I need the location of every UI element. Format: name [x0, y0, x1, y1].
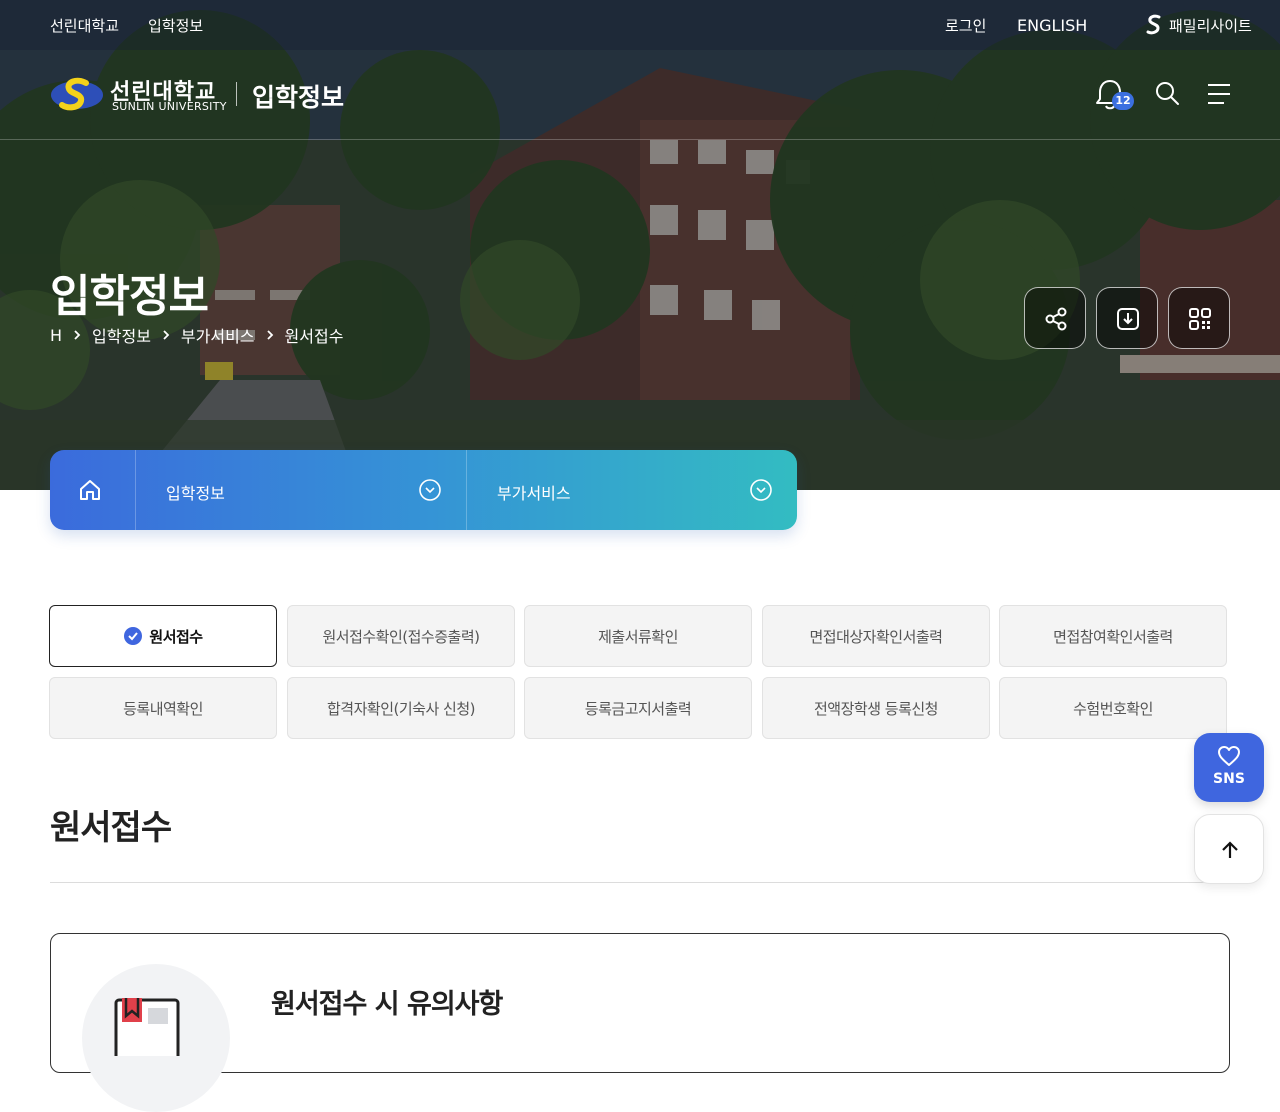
logo-english-text: SUNLIN UNIVERSITY: [112, 100, 227, 113]
breadcrumb-home[interactable]: H: [50, 326, 62, 345]
chevron-down-icon: [419, 479, 441, 501]
utility-bar: 선린대학교 입학정보 로그인 ENGLISH 패밀리사이트: [0, 0, 1280, 50]
english-link[interactable]: ENGLISH: [1017, 16, 1087, 35]
content-title: 원서접수: [50, 808, 172, 848]
qr-code-button[interactable]: [1168, 287, 1230, 349]
chevron-down-icon: [750, 479, 772, 501]
tab-exam-number[interactable]: 수험번호확인: [999, 677, 1227, 739]
heart-icon: [1218, 746, 1240, 766]
university-logo-icon[interactable]: [50, 77, 104, 113]
family-site-label: 패밀리사이트: [1169, 16, 1252, 35]
tab-documents-check[interactable]: 제출서류확인: [524, 605, 752, 667]
share-icon: [1045, 307, 1067, 331]
download-icon: [1117, 308, 1139, 330]
admission-link[interactable]: 입학정보: [148, 15, 203, 36]
search-icon[interactable]: [1150, 76, 1186, 112]
notice-title: 원서접수 시 유의사항: [271, 989, 503, 1020]
breadcrumb-item[interactable]: 입학정보: [92, 323, 151, 347]
menu-icon[interactable]: [1202, 76, 1238, 112]
document-bookmark-icon: [114, 998, 180, 1056]
tab-interview-attendance[interactable]: 면접참여확인서출력: [999, 605, 1227, 667]
arrow-up-icon: [1222, 841, 1238, 858]
breadcrumb-item[interactable]: 부가서비스: [181, 323, 255, 347]
dropdown-depth1-label: 입학정보: [166, 484, 225, 503]
chevron-right-icon: [266, 330, 273, 340]
notice-icon-circle: [82, 964, 230, 1112]
tab-application-confirm[interactable]: 원서접수확인(접수증출력): [287, 605, 515, 667]
tab-label: 원서접수: [149, 627, 203, 646]
main-header: 선린대학교 SUNLIN UNIVERSITY 입학정보: [0, 50, 1280, 140]
chevron-right-icon: [163, 330, 170, 340]
dropdown-depth1[interactable]: 입학정보: [136, 450, 467, 530]
tab-label: 원서접수확인(접수증출력): [322, 627, 480, 646]
home-button[interactable]: [50, 450, 136, 530]
check-circle-icon: [124, 627, 143, 645]
page-heading: 입학정보: [50, 271, 209, 322]
chevron-right-icon: [74, 330, 81, 340]
breadcrumb: H 입학정보 부가서비스 원서접수: [50, 323, 344, 347]
tab-admission-result[interactable]: 합격자확인(기숙사 신청): [287, 677, 515, 739]
tab-application[interactable]: 원서접수: [49, 605, 277, 667]
logo-divider: [236, 82, 237, 106]
qr-code-icon: [1189, 308, 1211, 330]
download-button[interactable]: [1096, 287, 1158, 349]
tab-label: 면접참여확인서출력: [1053, 627, 1173, 646]
sub-navigation: 입학정보 부가서비스: [50, 450, 797, 530]
tab-label: 면접대상자확인서출력: [809, 627, 943, 646]
tab-tuition-bill[interactable]: 등록금고지서출력: [524, 677, 752, 739]
dropdown-depth2-label: 부가서비스: [497, 484, 571, 503]
scroll-top-button[interactable]: [1194, 814, 1264, 884]
login-link[interactable]: 로그인: [945, 15, 986, 36]
tab-label: 등록금고지서출력: [584, 699, 692, 718]
tab-label: 제출서류확인: [598, 627, 678, 646]
tab-label: 전액장학생 등록신청: [814, 699, 938, 718]
share-button[interactable]: [1024, 287, 1086, 349]
tab-label: 등록내역확인: [123, 699, 203, 718]
tab-label: 합격자확인(기숙사 신청): [327, 699, 475, 718]
notification-badge: 12: [1112, 92, 1134, 110]
section-title[interactable]: 입학정보: [252, 78, 344, 114]
family-site-button[interactable]: 패밀리사이트: [1145, 14, 1252, 36]
home-icon: [80, 480, 100, 500]
dropdown-depth2[interactable]: 부가서비스: [467, 450, 797, 530]
tab-registration-history[interactable]: 등록내역확인: [49, 677, 277, 739]
sns-label: SNS: [1213, 771, 1245, 787]
breadcrumb-current[interactable]: 원서접수: [285, 323, 344, 347]
hero-banner: 선린대학교 입학정보 로그인 ENGLISH 패밀리사이트 선린대학교 SUNL…: [0, 0, 1280, 490]
divider: [50, 882, 1230, 883]
university-link[interactable]: 선린대학교: [50, 15, 119, 36]
tab-scholarship-registration[interactable]: 전액장학생 등록신청: [762, 677, 990, 739]
tab-interview-target[interactable]: 면접대상자확인서출력: [762, 605, 990, 667]
family-logo-icon: [1146, 14, 1161, 35]
tab-label: 수험번호확인: [1073, 699, 1153, 718]
sns-button[interactable]: SNS: [1194, 733, 1264, 802]
